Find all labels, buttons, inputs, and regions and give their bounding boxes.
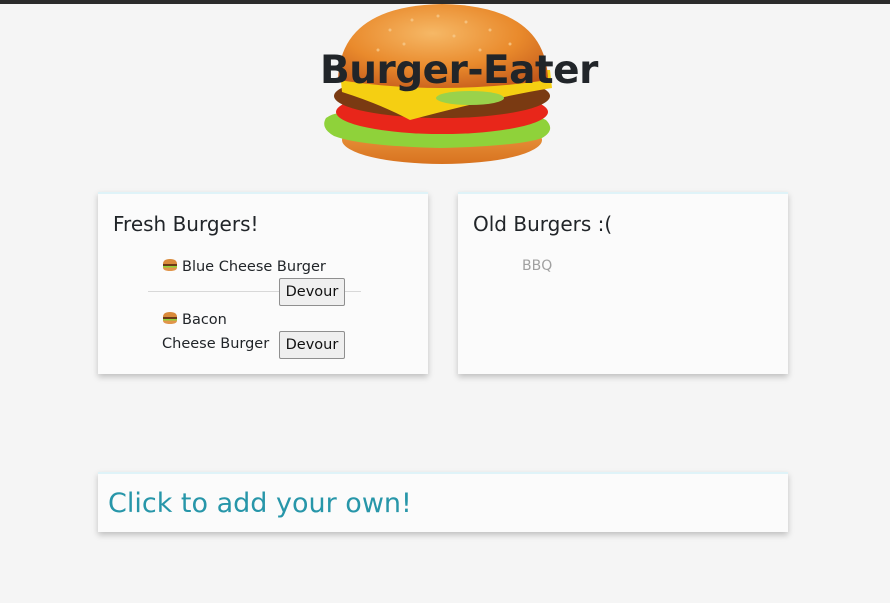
fresh-burgers-card: Fresh Burgers! Blue Cheese Burger Devour… (98, 192, 428, 374)
fresh-burgers-heading: Fresh Burgers! (113, 212, 259, 236)
devour-button[interactable]: Devour (279, 331, 345, 359)
hamburger-icon (163, 312, 177, 324)
header-hero: Burger-Eater (320, 0, 598, 170)
add-burger-link[interactable]: Click to add your own! (108, 488, 412, 519)
fresh-burger-item: Blue Cheese Burger (162, 255, 342, 279)
devour-button[interactable]: Devour (279, 278, 345, 306)
old-burgers-card: Old Burgers :( BBQ (458, 192, 788, 374)
add-burger-card[interactable]: Click to add your own! (98, 472, 788, 532)
devoured-burger-item: BBQ (522, 258, 553, 274)
fresh-burger-item: Bacon Cheese Burger (162, 308, 272, 356)
hamburger-icon (163, 259, 177, 271)
fresh-burger-name: Bacon Cheese Burger (162, 312, 270, 352)
old-burgers-heading: Old Burgers :( (473, 212, 613, 236)
fresh-burger-name: Blue Cheese Burger (182, 259, 326, 275)
site-title: Burger-Eater (320, 48, 598, 93)
